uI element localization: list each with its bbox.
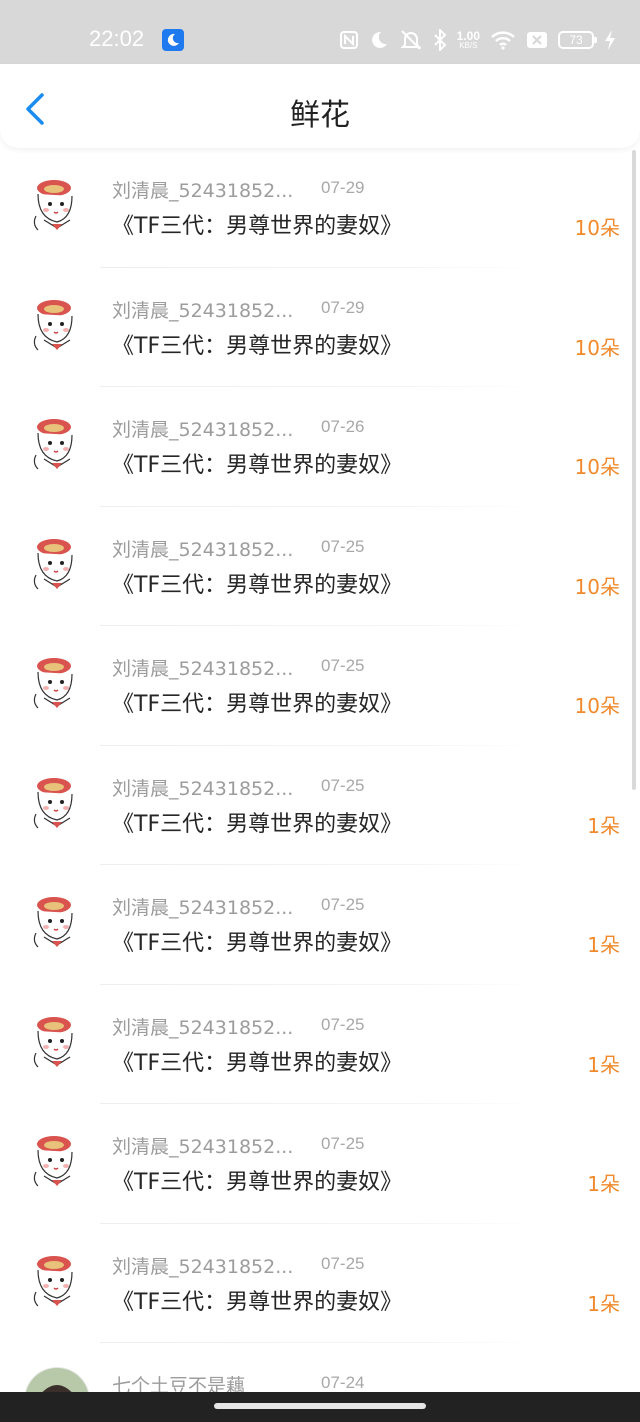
book-title: 《TF三代：男尊世界的妻奴》 [112,1050,403,1076]
net-speed-unit: KB/S [459,41,478,50]
cartoon-girl-avatar-icon [25,292,89,357]
donation-date: 07-29 [321,297,365,317]
flower-amount: 10朵 [574,455,620,479]
cartoon-girl-avatar-icon [25,531,89,596]
donor-name: 刘清晨_52431852... [112,1016,294,1039]
flower-amount: 1朵 [587,933,620,957]
flower-amount: 1朵 [587,1052,620,1077]
flower-amount: 10朵 [574,574,620,599]
cartoon-girl-avatar-icon [25,1129,89,1193]
donation-date: 07-25 [321,1014,365,1034]
status-icons: 1.00 KB/S 73 [339,24,616,56]
cartoon-girl-avatar-icon [25,1009,89,1074]
scrollbar[interactable] [632,150,636,790]
flower-amount: 10朵 [574,335,620,360]
list-item[interactable]: 刘清晨_52431852... 07-29 《TF三代：男尊世界的妻奴》 10朵 [0,148,640,268]
donation-date: 07-25 [321,775,365,795]
book-title: 《TF三代：男尊世界的妻奴》 [112,1170,403,1195]
donation-date: 07-25 [321,895,365,914]
donor-name: 刘清晨_52431852... [112,777,294,800]
charging-icon [605,30,615,50]
moon-app-icon [162,29,184,51]
donor-name: 刘清晨_52431852... [112,1136,294,1158]
home-gesture-handle[interactable] [214,1403,426,1409]
status-bar: 22:02 1.00 KB/S 73 [0,0,640,64]
donor-name: 刘清晨_52431852... [112,299,294,322]
donation-date: 07-26 [321,417,365,436]
list-item[interactable]: 刘清晨_52431852... 07-25 《TF三代：男尊世界的妻奴》 10朵 [0,626,640,746]
list-item[interactable]: 刘清晨_52431852... 07-25 《TF三代：男尊世界的妻奴》 1朵 [0,746,640,865]
flower-list: 刘清晨_52431852... 07-29 《TF三代：男尊世界的妻奴》 10朵… [0,148,640,1422]
cartoon-girl-avatar-icon [25,651,89,715]
book-title: 《TF三代：男尊世界的妻奴》 [112,692,403,717]
sim-off-icon [527,32,547,48]
flower-amount: 1朵 [587,1291,620,1316]
cartoon-girl-avatar-icon [25,1248,89,1313]
header: 鲜花 [0,64,640,148]
flower-amount: 10朵 [574,216,620,240]
nfc-icon [339,31,358,49]
avatar[interactable] [24,411,90,477]
donor-name: 刘清晨_52431852... [112,897,294,919]
donor-name: 刘清晨_52431852... [112,658,294,680]
list-item[interactable]: 刘清晨_52431852... 07-25 《TF三代：男尊世界的妻奴》 1朵 [0,865,640,985]
avatar[interactable] [24,650,90,716]
donation-date: 07-24 [321,1373,365,1392]
donor-name: 刘清晨_52431852... [112,1255,294,1278]
donation-date: 07-25 [321,1253,365,1273]
list-item[interactable]: 刘清晨_52431852... 07-26 《TF三代：男尊世界的妻奴》 10朵 [0,387,640,507]
avatar[interactable] [24,889,90,955]
book-title: 《TF三代：男尊世界的妻奴》 [112,214,403,239]
donation-date: 07-25 [321,656,365,675]
flower-amount: 1朵 [587,813,620,838]
list-item[interactable]: 刘清晨_52431852... 07-25 《TF三代：男尊世界的妻奴》 1朵 [0,985,640,1104]
avatar[interactable] [24,291,90,358]
donation-date: 07-25 [321,1134,365,1153]
mute-icon [400,30,422,50]
flower-amount: 1朵 [587,1172,620,1196]
donor-name: 刘清晨_52431852... [112,538,294,561]
list-item[interactable]: 刘清晨_52431852... 07-25 《TF三代：男尊世界的妻奴》 1朵 [0,1224,640,1343]
avatar[interactable] [24,1008,90,1075]
donor-name: 刘清晨_52431852... [112,180,294,202]
wifi-icon [491,31,515,50]
avatar[interactable] [24,172,90,238]
donor-name: 刘清晨_52431852... [112,419,294,441]
cartoon-girl-avatar-icon [25,890,89,954]
book-title: 《TF三代：男尊世界的妻奴》 [112,333,403,359]
moon-icon [371,31,387,48]
status-time: 22:02 [89,26,145,51]
page-title: 鲜花 [290,98,350,133]
navigation-bar [0,1392,640,1422]
book-title: 《TF三代：男尊世界的妻奴》 [112,811,403,837]
cartoon-girl-avatar-icon [25,770,89,835]
book-title: 《TF三代：男尊世界的妻奴》 [112,1289,403,1315]
donation-date: 07-25 [321,536,365,556]
list-item[interactable]: 刘清晨_52431852... 07-25 《TF三代：男尊世界的妻奴》 1朵 [0,1104,640,1224]
list-item[interactable]: 刘清晨_52431852... 07-25 《TF三代：男尊世界的妻奴》 10朵 [0,507,640,626]
avatar[interactable] [24,1247,90,1314]
donation-date: 07-29 [321,178,365,197]
flower-amount: 10朵 [574,694,620,718]
list-item[interactable]: 刘清晨_52431852... 07-29 《TF三代：男尊世界的妻奴》 10朵 [0,268,640,387]
avatar[interactable] [24,1128,90,1194]
cartoon-girl-avatar-icon [25,173,89,237]
book-title: 《TF三代：男尊世界的妻奴》 [112,572,403,598]
battery-indicator: 73 [558,31,597,49]
book-title: 《TF三代：男尊世界的妻奴》 [112,453,403,478]
net-speed: 1.00 KB/S [457,30,480,50]
cartoon-girl-avatar-icon [25,412,89,476]
bluetooth-icon [433,29,447,51]
avatar[interactable] [24,769,90,836]
avatar[interactable] [24,530,90,597]
book-title: 《TF三代：男尊世界的妻奴》 [112,931,403,956]
